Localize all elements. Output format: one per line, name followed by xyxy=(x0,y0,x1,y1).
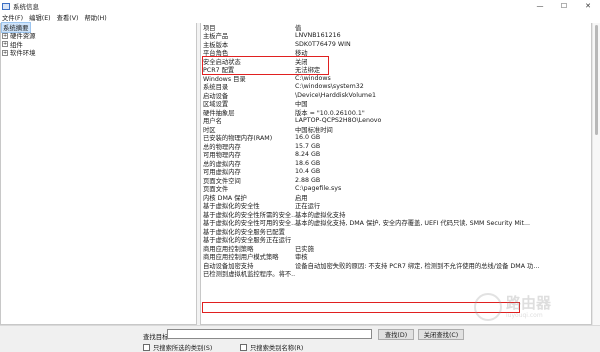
checkbox-label: 只搜索类别名称(R) xyxy=(250,345,304,352)
table-row[interactable]: 基于虚拟化的安全性 正在运行 xyxy=(201,202,591,210)
category-tree: 系统摘要 + 硬件资源 + 组件 + 软件环境 xyxy=(0,21,197,325)
table-row[interactable]: Windows 目录 C:\windows xyxy=(201,74,591,83)
close-button[interactable]: ✕ xyxy=(576,0,600,12)
row-value: \Device\HarddiskVolume1 xyxy=(295,91,376,99)
column-header-value[interactable]: 值 xyxy=(295,23,591,32)
expand-icon[interactable]: + xyxy=(2,41,8,48)
table-row[interactable]: 总的物理内存 15.7 GB xyxy=(201,142,591,151)
details-list: 项目 值 主板产品 LNVNB161216 主板版本 SDK0T76479 WIN 平台… xyxy=(200,23,592,325)
row-item: 已检测到虚拟机监控程序。将不... xyxy=(203,271,295,279)
table-row[interactable]: 区域设置 中国 xyxy=(201,100,591,108)
row-value: 16.0 GB xyxy=(295,134,321,142)
table-row[interactable]: 总的虚拟内存 18.6 GB xyxy=(201,159,591,168)
highlight-box-device-encryption xyxy=(202,302,520,313)
table-row[interactable]: 时区 中国标准时间 xyxy=(201,125,591,134)
table-row[interactable]: PCR7 配置 无法绑定 xyxy=(201,66,591,75)
table-row[interactable]: 内核 DMA 保护 启用 xyxy=(201,193,591,202)
window-controls: — ☐ ✕ xyxy=(528,0,600,12)
list-header: 项目 值 xyxy=(201,23,591,32)
table-row[interactable]: 基于虚拟化的安全性所需的安全... 基本的虚拟化支持 xyxy=(201,210,591,219)
window-title: 系统信息 xyxy=(13,3,39,11)
menu-edit[interactable]: 编辑(E) xyxy=(29,13,51,22)
table-row[interactable]: 可用虚拟内存 10.4 GB xyxy=(201,168,591,176)
row-value: C:\pagefile.sys xyxy=(295,185,342,193)
table-row[interactable]: 平台角色 移动 xyxy=(201,49,591,57)
row-value: LNVNB161216 xyxy=(295,32,341,40)
table-row[interactable]: 已检测到虚拟机监控程序。将不... xyxy=(201,270,591,279)
menu-file[interactable]: 文件(F) xyxy=(2,13,23,22)
system-info-app-icon xyxy=(2,2,10,10)
tree-item-label: 软件环境 xyxy=(10,49,36,58)
row-value: 基本的虚拟化支持, DMA 保护, 安全内存覆盖, UEFI 代码只读, SMM… xyxy=(295,220,530,228)
table-row[interactable]: 可用物理内存 8.24 GB xyxy=(201,151,591,159)
table-row[interactable]: 页面文件空间 2.88 GB xyxy=(201,176,591,185)
maximize-button[interactable]: ☐ xyxy=(552,0,576,12)
search-selected-category-checkbox[interactable] xyxy=(143,344,150,351)
table-row[interactable]: 商用应用控制策略 已实施 xyxy=(201,244,591,253)
row-value: 中国标准时间 xyxy=(295,126,333,134)
table-row[interactable]: 基于虚拟化的安全服务正在运行 xyxy=(201,236,591,244)
row-value: SDK0T76479 WIN xyxy=(295,40,351,48)
menu-view[interactable]: 查看(V) xyxy=(57,13,79,22)
find-input[interactable] xyxy=(167,329,372,339)
vertical-scrollbar[interactable] xyxy=(592,23,600,325)
search-category-names-checkbox[interactable] xyxy=(240,344,247,351)
table-row[interactable]: 硬件抽象层 版本 = "10.0.26100.1" xyxy=(201,108,591,117)
expand-icon[interactable]: + xyxy=(2,49,8,56)
table-row[interactable]: 基于虚拟化的安全服务已配置 xyxy=(201,227,591,236)
table-row[interactable]: 商用应用控制用户模式策略 审核 xyxy=(201,253,591,261)
menu-help[interactable]: 帮助(H) xyxy=(84,13,106,22)
row-value: 15.7 GB xyxy=(295,142,321,150)
tree-item-system-summary[interactable]: 系统摘要 xyxy=(1,21,196,33)
row-value: 设备自动加密失败的原因: 不支持 PCR7 绑定, 检测到不允许使用的总线/设备… xyxy=(295,262,540,270)
row-value: 18.6 GB xyxy=(295,159,321,167)
scrollbar-thumb[interactable] xyxy=(595,25,598,135)
table-row[interactable]: 启动设备 \Device\HarddiskVolume1 xyxy=(201,91,591,100)
tree-item-hardware-resources[interactable]: + 硬件资源 xyxy=(1,32,196,40)
table-row[interactable]: 主板版本 SDK0T76479 WIN xyxy=(201,40,591,49)
row-value: LAPTOP-QCPS2H8O\Lenovo xyxy=(295,117,382,125)
row-value: 10.4 GB xyxy=(295,168,321,176)
table-row[interactable]: 安全启动状态 关闭 xyxy=(201,57,591,66)
table-row[interactable]: 已安装的物理内存(RAM) 16.0 GB xyxy=(201,134,591,142)
search-category-names-option[interactable]: 只搜索类别名称(R) xyxy=(240,343,303,352)
table-row[interactable]: 自动设备加密支持 设备自动加密失败的原因: 不支持 PCR7 绑定, 检测到不允许… xyxy=(201,261,591,270)
find-button[interactable]: 查找(D) xyxy=(378,329,414,340)
expand-icon[interactable]: + xyxy=(2,32,8,39)
details-rows: 主板产品 LNVNB161216 主板版本 SDK0T76479 WIN 平台角色 移动安… xyxy=(201,32,591,279)
menu-bar: 文件(F) 编辑(E) 查看(V) 帮助(H) xyxy=(0,12,600,22)
tree-item-software-environment[interactable]: + 软件环境 xyxy=(1,49,196,58)
row-value: 8.24 GB xyxy=(295,151,321,159)
row-value: 版本 = "10.0.26100.1" xyxy=(295,109,365,117)
checkbox-label: 只搜索所选的类别(S) xyxy=(153,345,213,352)
table-row[interactable]: 主板产品 LNVNB161216 xyxy=(201,32,591,40)
row-value: C:\windows xyxy=(295,74,331,82)
row-value: 无法绑定 xyxy=(295,67,321,75)
tree-item-components[interactable]: + 组件 xyxy=(1,40,196,49)
minimize-button[interactable]: — xyxy=(528,0,552,12)
close-find-button[interactable]: 关闭查找(C) xyxy=(418,329,464,340)
row-value: C:\windows\system32 xyxy=(295,83,364,91)
title-bar: 系统信息 — ☐ ✕ xyxy=(0,0,600,12)
search-selected-category-option[interactable]: 只搜索所选的类别(S) xyxy=(143,343,212,352)
table-row[interactable]: 页面文件 C:\pagefile.sys xyxy=(201,185,591,193)
table-row[interactable]: 用户名 LAPTOP-QCPS2H8O\Lenovo xyxy=(201,117,591,125)
find-bar: 查找目标: 查找(D) 关闭查找(C) 只搜索所选的类别(S) 只搜索类别名称(… xyxy=(0,325,600,352)
table-row[interactable]: 系统目录 C:\windows\system32 xyxy=(201,83,591,91)
table-row[interactable]: 基于虚拟化的安全性可用的安全... 基本的虚拟化支持, DMA 保护, 安全内存覆… xyxy=(201,219,591,228)
row-value: 2.88 GB xyxy=(295,176,321,184)
